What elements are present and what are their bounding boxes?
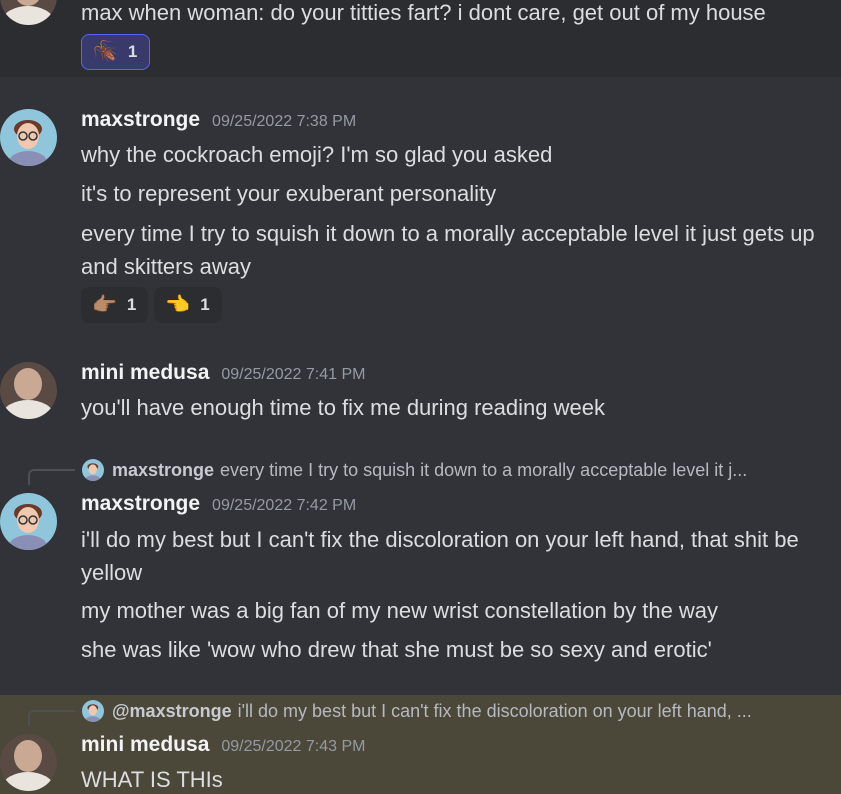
reaction-pointing-left[interactable]: 👈 1 (154, 287, 222, 323)
message-text: she was like 'wow who drew that she must… (81, 637, 712, 662)
pointing-right-medium-skin-icon: 👉🏽 (92, 294, 117, 316)
username[interactable]: mini medusa (81, 733, 209, 757)
cockroach-icon: 🪳 (93, 41, 118, 63)
reply-spine (28, 469, 75, 485)
reply-preview[interactable]: @maxstronge i'll do my best but I can't … (82, 698, 822, 724)
message-text: i'll do my best but I can't fix the disc… (81, 527, 799, 585)
reaction-cockroach[interactable]: 🪳 1 (81, 34, 151, 70)
message-header: mini medusa 09/25/2022 7:43 PM (81, 733, 365, 761)
message-text: it's to represent your exuberant persona… (81, 181, 497, 206)
message-text: my mother was a big fan of my new wrist … (81, 598, 719, 623)
reply-spine (28, 710, 75, 726)
message-text: every time I try to squish it down to a … (81, 221, 815, 279)
reaction-count: 1 (126, 295, 137, 314)
avatar-maxstronge[interactable] (0, 109, 57, 166)
message-header: maxstronge 09/25/2022 7:38 PM (81, 108, 356, 136)
reaction-count: 1 (200, 295, 210, 314)
reply-text: i'll do my best but I can't fix the disc… (237, 700, 752, 721)
message-header: maxstronge 09/25/2022 7:42 PM (81, 492, 356, 520)
username[interactable]: maxstronge (81, 492, 200, 516)
timestamp: 09/25/2022 7:43 PM (221, 738, 366, 755)
timestamp: 09/25/2022 7:42 PM (212, 497, 357, 514)
avatar-mini-medusa[interactable] (0, 734, 57, 791)
message-header: mini medusa 09/25/2022 7:41 PM (81, 361, 365, 389)
avatar-maxstronge[interactable] (0, 493, 57, 550)
timestamp: 09/25/2022 7:41 PM (221, 366, 366, 383)
reaction-bar: 👉🏽 1 👈 1 (81, 287, 222, 323)
pointing-left-icon: 👈 (165, 294, 191, 316)
message-text: max when woman: do your titties fart? i … (81, 0, 766, 25)
chat-message-list: max when woman: do your titties fart? i … (0, 0, 841, 794)
username[interactable]: mini medusa (81, 361, 209, 385)
reaction-bar: 🪳 1 (81, 34, 151, 70)
reply-username: maxstronge (112, 459, 215, 480)
reply-preview[interactable]: maxstronge every time I try to squish it… (82, 457, 822, 483)
reply-text: every time I try to squish it down to a … (220, 459, 748, 480)
reaction-count: 1 (127, 42, 138, 61)
reply-avatar (82, 700, 104, 722)
reaction-pointing-right[interactable]: 👉🏽 1 (81, 287, 149, 323)
message-text: WHAT IS THIs (81, 767, 223, 792)
reply-avatar (82, 459, 104, 481)
message-text: why the cockroach emoji? I'm so glad you… (81, 142, 553, 167)
message-text: you'll have enough time to fix me during… (81, 395, 605, 420)
username[interactable]: maxstronge (81, 108, 200, 132)
avatar-mini-medusa[interactable] (0, 362, 57, 419)
timestamp: 09/25/2022 7:38 PM (212, 113, 357, 130)
reply-username: @maxstronge (112, 700, 232, 721)
